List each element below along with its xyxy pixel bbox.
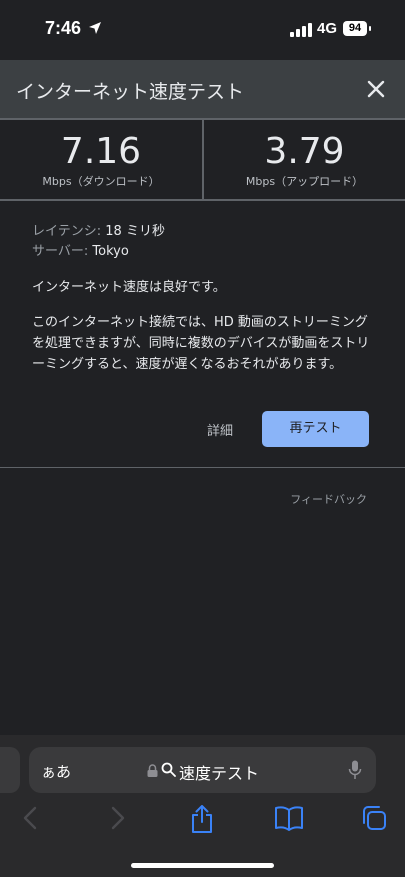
details-button[interactable]: 詳細 <box>207 420 233 439</box>
network-type: 4G <box>317 20 338 37</box>
latency-row: レイテンシ: 18 ミリ秒 <box>32 222 377 242</box>
previous-tab-preview[interactable] <box>0 747 20 793</box>
latency-label: レイテンシ: <box>32 224 102 239</box>
divider <box>0 199 405 201</box>
address-bar-text: 速度テスト <box>179 764 260 783</box>
feedback-link[interactable]: フィードバック <box>290 491 367 507</box>
page-settings-button[interactable]: ぁあ <box>41 761 71 782</box>
test-info: レイテンシ: 18 ミリ秒 サーバー: Tokyo インターネット速度は良好です… <box>32 222 377 375</box>
share-icon[interactable] <box>190 805 214 833</box>
retest-button[interactable]: 再テスト <box>262 411 369 447</box>
speed-status: インターネット速度は良好です。 <box>32 280 226 295</box>
forward-icon[interactable] <box>108 805 128 831</box>
status-bar: 7:46 4G 94 <box>0 0 405 60</box>
address-bar[interactable]: ぁあ 速度テスト <box>29 747 376 793</box>
download-result: 7.16 Mbps（ダウンロード） <box>0 120 204 200</box>
safari-toolbar: ぁあ 速度テスト <box>0 735 405 877</box>
status-time: 7:46 <box>45 18 82 38</box>
upload-unit: Mbps（アップロード） <box>245 175 364 188</box>
download-unit: Mbps（ダウンロード） <box>42 175 160 188</box>
divider <box>0 467 405 468</box>
download-value: 7.16 <box>60 131 142 172</box>
upload-result: 3.79 Mbps（アップロード） <box>204 120 405 200</box>
location-arrow-icon <box>89 22 101 34</box>
home-indicator[interactable] <box>131 863 274 868</box>
speed-results: 7.16 Mbps（ダウンロード） 3.79 Mbps（アップロード） <box>0 120 405 200</box>
battery-icon: 94 <box>343 21 367 36</box>
cellular-signal-icon <box>290 23 312 37</box>
latency-value: 18 ミリ秒 <box>105 224 165 239</box>
upload-value: 3.79 <box>264 131 345 172</box>
bookmarks-icon[interactable] <box>274 805 304 831</box>
battery-tip <box>369 26 371 31</box>
server-value: Tokyo <box>92 244 129 259</box>
tabs-icon[interactable] <box>361 805 387 831</box>
close-icon[interactable] <box>361 74 391 104</box>
speed-description: このインターネット接続では、HD 動画のストリーミングを処理できますが、同時に複… <box>32 315 370 372</box>
server-row: サーバー: Tokyo <box>32 242 377 262</box>
lock-icon <box>147 764 158 777</box>
back-icon[interactable] <box>20 805 40 831</box>
server-label: サーバー: <box>32 244 89 259</box>
speedtest-header: インターネット速度テスト <box>0 60 405 118</box>
microphone-icon[interactable] <box>348 760 362 780</box>
speedtest-title: インターネット速度テスト <box>16 81 245 103</box>
search-icon <box>161 762 176 777</box>
